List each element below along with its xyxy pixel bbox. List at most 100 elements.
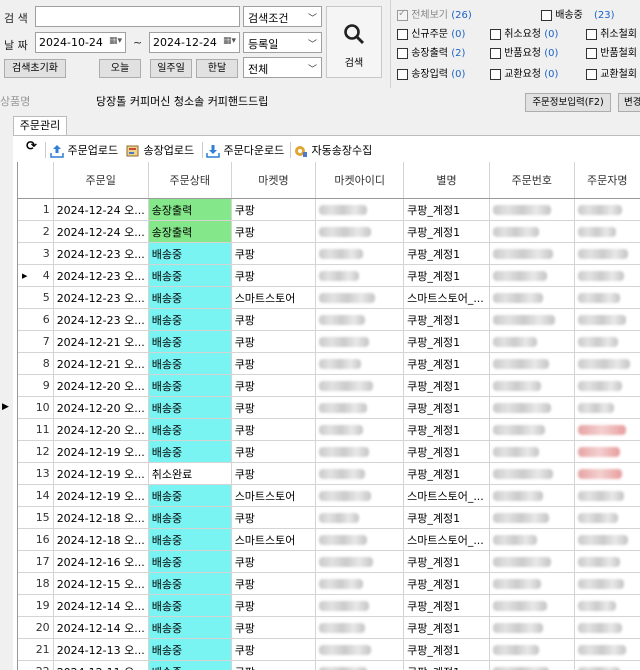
table-row[interactable]: 3 2024-12-23 오... 배송중 쿠팡 쿠팡_계정1 xyxy=(18,242,640,265)
cell-market-name[interactable]: 쿠팡 xyxy=(231,506,317,529)
column-header-alias[interactable]: 별명 xyxy=(403,162,490,199)
cell-order-status[interactable]: 배송중 xyxy=(148,352,232,375)
cell-order-date[interactable]: 2024-12-16 오... xyxy=(53,550,149,573)
table-row[interactable]: 6 2024-12-23 오... 배송중 쿠팡 쿠팡_계정1 xyxy=(18,308,640,331)
cell-alias[interactable]: 스마트스토어_... xyxy=(403,286,490,309)
cell-alias[interactable]: 쿠팡_계정1 xyxy=(403,308,490,331)
order-download-button[interactable]: 주문다운로드 xyxy=(206,142,284,158)
cell-market-name[interactable]: 쿠팡 xyxy=(231,198,317,221)
cell-order-status[interactable]: 배송중 xyxy=(148,330,232,353)
table-row[interactable]: 20 2024-12-14 오... 배송중 쿠팡 쿠팡_계정1 xyxy=(18,616,640,639)
calendar-icon[interactable]: ▦▾ xyxy=(223,36,236,46)
cell-market-id[interactable] xyxy=(315,660,405,670)
cell-order-number[interactable] xyxy=(489,440,575,463)
cell-orderer-name[interactable] xyxy=(574,374,640,397)
month-button[interactable]: 한달 xyxy=(196,59,238,78)
cell-order-number[interactable] xyxy=(489,198,575,221)
cell-order-number[interactable] xyxy=(489,330,575,353)
cell-order-date[interactable]: 2024-12-23 오... xyxy=(53,242,149,265)
cell-alias[interactable]: 쿠팡_계정1 xyxy=(403,374,490,397)
cell-market-name[interactable]: 쿠팡 xyxy=(231,220,317,243)
cell-alias[interactable]: 쿠팡_계정1 xyxy=(403,220,490,243)
cell-order-number[interactable] xyxy=(489,484,575,507)
cell-market-id[interactable] xyxy=(315,440,405,463)
column-header-orderer-name[interactable]: 주문자명 xyxy=(574,162,640,199)
cell-orderer-name[interactable] xyxy=(574,352,640,375)
cell-order-status[interactable]: 배송중 xyxy=(148,242,232,265)
cell-order-date[interactable]: 2024-12-21 오... xyxy=(53,330,149,353)
filter-return-request[interactable]: 반품요청 (0) xyxy=(490,44,558,59)
cell-order-status[interactable]: 배송중 xyxy=(148,660,232,670)
change-button[interactable]: 변경 xyxy=(618,93,640,112)
cell-order-status[interactable]: 배송중 xyxy=(148,616,232,639)
cell-market-id[interactable] xyxy=(315,198,405,221)
cell-orderer-name[interactable] xyxy=(574,330,640,353)
cell-market-name[interactable]: 쿠팡 xyxy=(231,616,317,639)
column-header-order-number[interactable]: 주문번호 xyxy=(489,162,575,199)
cell-orderer-name[interactable] xyxy=(574,550,640,573)
cell-order-date[interactable]: 2024-12-18 오... xyxy=(53,506,149,529)
cell-order-status[interactable]: 배송중 xyxy=(148,528,232,551)
cell-order-number[interactable] xyxy=(489,418,575,441)
cell-orderer-name[interactable] xyxy=(574,440,640,463)
cell-order-status[interactable]: 송장출력 xyxy=(148,220,232,243)
date-type-select[interactable]: 등록일 ﹀ xyxy=(243,32,322,53)
cell-market-name[interactable]: 쿠팡 xyxy=(231,352,317,375)
cell-order-number[interactable] xyxy=(489,220,575,243)
cell-market-id[interactable] xyxy=(315,528,405,551)
cell-order-status[interactable]: 취소완료 xyxy=(148,462,232,485)
cell-market-id[interactable] xyxy=(315,264,405,287)
cell-alias[interactable]: 쿠팡_계정1 xyxy=(403,242,490,265)
checkbox-icon[interactable] xyxy=(490,47,501,59)
checkbox-icon[interactable] xyxy=(490,28,501,40)
table-row[interactable]: 21 2024-12-13 오... 배송중 쿠팡 쿠팡_계정1 xyxy=(18,638,640,661)
checkbox-icon[interactable] xyxy=(541,9,552,21)
filter-new-order[interactable]: 신규주문 (0) xyxy=(397,25,465,40)
cell-market-name[interactable]: 쿠팡 xyxy=(231,330,317,353)
cell-order-number[interactable] xyxy=(489,616,575,639)
cell-orderer-name[interactable] xyxy=(574,638,640,661)
filter-invoice-input[interactable]: 송장입력 (0) xyxy=(397,65,465,80)
cell-order-date[interactable]: 2024-12-14 오... xyxy=(53,616,149,639)
table-row[interactable]: 222024-12-11 오...배송중쿠팡 쿠팡_계정1 xyxy=(18,660,640,670)
cell-order-date[interactable]: 2024-12-15 오... xyxy=(53,572,149,595)
cell-alias[interactable]: 스마트스토어_... xyxy=(403,528,490,551)
checkbox-icon[interactable] xyxy=(586,47,597,59)
cell-market-name[interactable]: 쿠팡 xyxy=(231,418,317,441)
column-header-order-date[interactable]: 주문일 xyxy=(53,162,149,199)
search-button[interactable]: 검색 xyxy=(326,6,382,78)
table-row[interactable]: 5 2024-12-23 오... 배송중 스마트스토어 스마트스토어_... xyxy=(18,286,640,309)
cell-market-name[interactable]: 쿠팡 xyxy=(231,550,317,573)
cell-order-number[interactable] xyxy=(489,374,575,397)
cell-market-id[interactable] xyxy=(315,462,405,485)
cell-alias[interactable]: 스마트스토어_... xyxy=(403,484,490,507)
filter-return-withdraw[interactable]: 반품철회 xyxy=(586,44,637,59)
date-to-field[interactable]: 2024-12-24 ▦▾ xyxy=(149,32,240,53)
cell-order-date[interactable]: 2024-12-20 오... xyxy=(53,396,149,419)
cell-orderer-name[interactable] xyxy=(574,264,640,287)
cell-order-status[interactable]: 배송중 xyxy=(148,264,232,287)
cell-market-id[interactable] xyxy=(315,220,405,243)
table-row[interactable]: 12 2024-12-19 오... 배송중 쿠팡 쿠팡_계정1 xyxy=(18,440,640,463)
cell-order-number[interactable] xyxy=(489,462,575,485)
checkbox-icon[interactable] xyxy=(397,47,408,59)
cell-alias[interactable]: 쿠팡_계정1 xyxy=(403,572,490,595)
cell-order-number[interactable] xyxy=(489,594,575,617)
cell-order-date[interactable]: 2024-12-13 오... xyxy=(53,638,149,661)
checkbox-icon[interactable] xyxy=(397,68,408,80)
cell-market-id[interactable] xyxy=(315,418,405,441)
cell-market-id[interactable] xyxy=(315,616,405,639)
cell-market-name[interactable]: 쿠팡 xyxy=(231,264,317,287)
column-header-market-name[interactable]: 마켓명 xyxy=(231,162,317,199)
cell-orderer-name[interactable] xyxy=(574,308,640,331)
cell-order-number[interactable] xyxy=(489,308,575,331)
cell-market-name[interactable]: 쿠팡 xyxy=(231,572,317,595)
cell-order-date[interactable]: 2024-12-24 오... xyxy=(53,220,149,243)
refresh-button[interactable]: ⟳ xyxy=(26,139,37,154)
table-row[interactable]: 14 2024-12-19 오... 배송중 스마트스토어 스마트스토어_... xyxy=(18,484,640,507)
filter-cancel-withdraw[interactable]: 취소철회 xyxy=(586,25,637,40)
search-input[interactable] xyxy=(35,6,240,27)
cell-market-id[interactable] xyxy=(315,572,405,595)
cell-order-status[interactable]: 송장출력 xyxy=(148,198,232,221)
checkbox-icon[interactable] xyxy=(490,68,501,80)
